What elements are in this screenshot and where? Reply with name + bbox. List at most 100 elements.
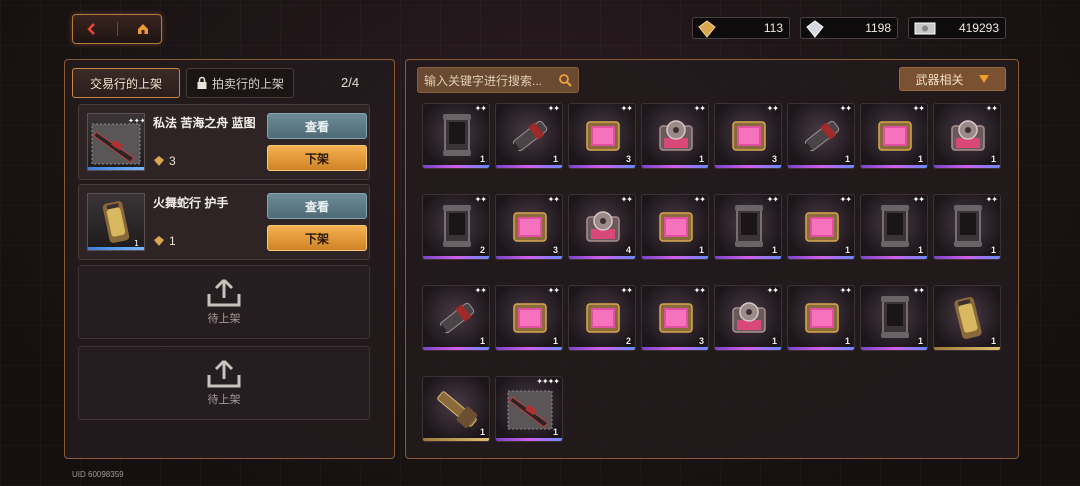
- category-filter-dropdown[interactable]: 武器相关: [899, 67, 1006, 91]
- item-count: 3: [625, 154, 631, 164]
- rarity-stars: ✦✦: [985, 104, 998, 113]
- inventory-item[interactable]: ✦✦ 1: [933, 194, 1001, 260]
- inventory-item[interactable]: ✦✦✦✦ 1: [495, 376, 563, 442]
- item-count: 1: [990, 245, 996, 255]
- currency-silver: 1198: [800, 17, 898, 39]
- listing-name: 火舞蛇行 护手: [153, 196, 229, 210]
- gear-chip-icon: [951, 120, 985, 151]
- rarity-stars: ✦✦: [547, 195, 560, 204]
- inventory-item[interactable]: ✦✦ 1: [933, 103, 1001, 169]
- currency-silver-value: 1198: [865, 21, 891, 35]
- inventory-item[interactable]: ✦✦ 1: [787, 285, 855, 351]
- home-button[interactable]: [131, 19, 155, 39]
- item-count: 1: [990, 154, 996, 164]
- nav-divider: [116, 22, 118, 36]
- pink-chip-icon: [659, 212, 693, 242]
- banknote-icon: [914, 22, 936, 35]
- rarity-stars: ✦✦: [474, 195, 487, 204]
- item-count: 1: [844, 336, 850, 346]
- canister-icon: [881, 205, 909, 247]
- inventory-item[interactable]: 1: [933, 285, 1001, 351]
- rarity-stars: ✦✦: [620, 195, 633, 204]
- view-button[interactable]: 查看: [267, 193, 367, 219]
- pink-chip-icon: [805, 303, 839, 333]
- item-count: 1: [552, 427, 558, 437]
- inventory-item[interactable]: ✦✦ 1: [860, 194, 928, 260]
- inventory-item[interactable]: ✦✦ 1: [787, 103, 855, 169]
- gold-diamond-icon: [154, 156, 164, 166]
- inventory-item[interactable]: ✦✦ 3: [714, 103, 782, 169]
- item-count: 1: [771, 245, 777, 255]
- item-count: 2: [479, 245, 485, 255]
- rarity-stars: ✦✦: [985, 195, 998, 204]
- inventory-item[interactable]: ✦✦ 2: [568, 285, 636, 351]
- item-count: 1: [990, 336, 996, 346]
- inventory-item[interactable]: ✦✦ 3: [568, 103, 636, 169]
- home-icon: [137, 24, 148, 34]
- canister-icon: [954, 205, 982, 247]
- search-input[interactable]: 输入关键字进行搜索...: [417, 67, 579, 93]
- pink-chip-icon: [659, 303, 693, 333]
- tab-trading-house[interactable]: 交易行的上架: [72, 68, 180, 98]
- rifle-blueprint-icon: ✦✦✦✦: [91, 117, 144, 165]
- inventory-item[interactable]: ✦✦ 3: [641, 285, 709, 351]
- currency-cash-value: 419293: [958, 21, 999, 35]
- svg-text:✦✦✦✦: ✦✦✦✦: [128, 117, 144, 125]
- listing-item[interactable]: ✦✦✦✦ 私法 苦海之舟 蓝图 3 查看 下架: [78, 104, 370, 180]
- lock-icon: [197, 76, 207, 89]
- inventory-item[interactable]: ✦✦ 1: [495, 285, 563, 351]
- back-button[interactable]: [80, 19, 104, 39]
- rarity-stars: ✦✦: [839, 195, 852, 204]
- svg-text:1: 1: [134, 239, 139, 248]
- item-count: 1: [479, 336, 485, 346]
- empty-slot-label: 待上架: [207, 394, 241, 406]
- delist-button[interactable]: 下架: [267, 225, 367, 251]
- rarity-stars: ✦✦: [839, 104, 852, 113]
- inventory-item[interactable]: ✦✦ 1: [860, 285, 928, 351]
- pink-chip-icon: [586, 303, 620, 333]
- inventory-item[interactable]: 1: [422, 376, 490, 442]
- rarity-stars: ✦✦: [547, 286, 560, 295]
- item-count: 2: [625, 336, 631, 346]
- gear-chip-icon: [732, 302, 766, 333]
- inventory-item[interactable]: ✦✦ 1: [422, 285, 490, 351]
- inventory-item[interactable]: ✦✦ 1: [860, 103, 928, 169]
- inventory-item[interactable]: ✦✦ 1: [787, 194, 855, 260]
- inventory-item[interactable]: ✦✦ 1: [641, 103, 709, 169]
- listing-count: 2/4: [341, 75, 360, 90]
- item-count: 1: [917, 336, 923, 346]
- item-count: 4: [625, 245, 631, 255]
- inventory-item[interactable]: ✦✦ 1: [495, 103, 563, 169]
- inventory-item[interactable]: ✦✦ 4: [568, 194, 636, 260]
- rarity-stars: ✦✦: [912, 195, 925, 204]
- item-count: 1: [917, 245, 923, 255]
- empty-listing-slot[interactable]: 待上架: [78, 265, 370, 339]
- back-arrow-icon: [86, 23, 95, 35]
- inventory-item[interactable]: ✦✦ 2: [422, 194, 490, 260]
- canister-icon: [443, 205, 471, 247]
- listing-item[interactable]: 1 火舞蛇行 护手 1 查看 下架: [78, 184, 370, 260]
- empty-listing-slot[interactable]: 待上架: [78, 346, 370, 420]
- item-count: 1: [917, 154, 923, 164]
- inventory-item[interactable]: ✦✦ 3: [495, 194, 563, 260]
- inventory-item[interactable]: ✦✦ 1: [714, 285, 782, 351]
- inventory-item[interactable]: ✦✦ 1: [641, 194, 709, 260]
- pink-chip-icon: [805, 212, 839, 242]
- currency-cash: 419293: [908, 17, 1006, 39]
- barrel-icon: [437, 302, 475, 335]
- inventory-item[interactable]: ✦✦ 1: [714, 194, 782, 260]
- rarity-stars: ✦✦: [693, 286, 706, 295]
- rarity-stars: ✦✦: [766, 195, 779, 204]
- view-button[interactable]: 查看: [267, 113, 367, 139]
- pink-chip-icon: [513, 212, 547, 242]
- tab-auction-house[interactable]: 拍卖行的上架: [186, 68, 294, 98]
- rarity-stars: ✦✦: [474, 104, 487, 113]
- gear-chip-icon: [586, 211, 620, 242]
- gauntlet-icon: [954, 297, 982, 339]
- inventory-item[interactable]: ✦✦ 1: [422, 103, 490, 169]
- listing-name: 私法 苦海之舟 蓝图: [153, 116, 256, 130]
- user-id: UID 60098359: [72, 470, 124, 479]
- delist-button[interactable]: 下架: [267, 145, 367, 171]
- canister-icon: [443, 114, 471, 156]
- empty-slot-label: 待上架: [207, 313, 241, 325]
